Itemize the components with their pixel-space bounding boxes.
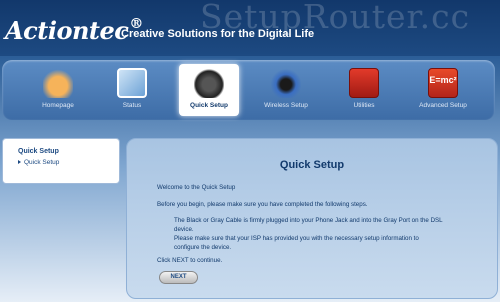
quick-setup-icon bbox=[194, 68, 224, 98]
toolbox-icon bbox=[349, 68, 379, 98]
nav-advanced-setup[interactable]: E=mc² Advanced Setup bbox=[407, 64, 479, 116]
header-bar: Actiontec® Creative Solutions for the Di… bbox=[0, 0, 500, 56]
emc2-icon: E=mc² bbox=[428, 68, 458, 98]
status-screen-icon bbox=[117, 68, 147, 98]
step-2-line-2: configure the device. bbox=[174, 244, 232, 251]
nav-label: Status bbox=[122, 102, 142, 109]
nav-label: Utilities bbox=[353, 102, 375, 109]
intro-text: Before you begin, please make sure you h… bbox=[157, 201, 368, 208]
nav-homepage[interactable]: Homepage bbox=[22, 64, 94, 116]
nav-label: Wireless Setup bbox=[264, 102, 308, 109]
wireless-router-icon bbox=[271, 68, 301, 98]
step-1-line-1: The Black or Gray Cable is firmly plugge… bbox=[174, 217, 443, 224]
nav-label: Quick Setup bbox=[190, 102, 228, 109]
nav-status[interactable]: Status bbox=[96, 64, 168, 116]
arrow-right-icon bbox=[18, 160, 21, 165]
watermark: SetupRouter.cc bbox=[200, 0, 471, 36]
instruction-text: Click NEXT to continue. bbox=[157, 257, 223, 264]
page-title: Quick Setup bbox=[279, 159, 345, 171]
sidebar: Quick Setup Quick Setup bbox=[2, 138, 120, 184]
nav-wireless-setup[interactable]: Wireless Setup bbox=[250, 64, 322, 116]
main-nav: Homepage Status Quick Setup Wireless Set… bbox=[2, 60, 495, 120]
sidebar-item-quick-setup[interactable]: Quick Setup bbox=[18, 159, 59, 166]
nav-label: Advanced Setup bbox=[419, 102, 467, 109]
nav-label: Homepage bbox=[42, 102, 74, 109]
sidebar-item-label: Quick Setup bbox=[24, 159, 60, 166]
house-icon bbox=[43, 68, 73, 98]
sidebar-heading: Quick Setup bbox=[18, 148, 59, 155]
nav-quick-setup[interactable]: Quick Setup bbox=[179, 64, 239, 116]
welcome-text: Welcome to the Quick Setup bbox=[157, 184, 236, 191]
step-2-line-1: Please make sure that your ISP has provi… bbox=[174, 235, 419, 242]
step-1-line-2: device. bbox=[174, 226, 194, 233]
next-button[interactable]: NEXT bbox=[159, 271, 198, 284]
nav-utilities[interactable]: Utilities bbox=[328, 64, 400, 116]
